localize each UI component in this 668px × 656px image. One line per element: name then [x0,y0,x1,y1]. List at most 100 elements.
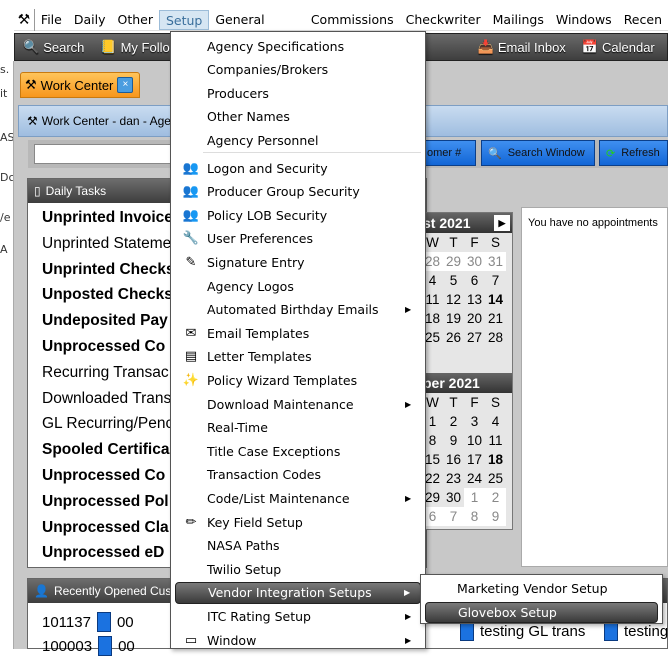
task-item[interactable]: Downloaded Trans [42,390,171,408]
calendar-day[interactable]: 30 [464,252,485,271]
menu-item-real-time[interactable]: Real-Time [175,417,421,439]
calendar-day[interactable]: 13 [464,290,485,309]
calendar-day[interactable]: 29 [443,252,464,271]
calendar-day[interactable]: 30 [443,488,464,507]
task-item[interactable]: Unposted Checks [42,286,173,304]
menu-item-agency-personnel[interactable]: Agency Personnel [175,129,421,151]
menu-daily[interactable]: Daily [68,10,112,30]
task-item[interactable]: Unprinted Stateme [42,235,171,253]
open-item-button[interactable] [460,621,474,641]
calendar-day[interactable]: 2 [443,412,464,431]
calendar-day[interactable]: 8 [464,507,485,526]
task-item[interactable]: Unprinted Invoice [42,209,173,227]
menu-item-producers[interactable]: Producers [175,82,421,104]
calendar-day[interactable]: 7 [443,507,464,526]
calendar-day[interactable]: 31 [485,252,506,271]
calendar-day[interactable]: 19 [443,309,464,328]
menu-other[interactable]: Other [111,10,159,30]
menu-item-code-list-maintenance[interactable]: Code/List Maintenance ▶ [175,487,421,509]
tab-work-center[interactable]: ⚒ Work Center × [20,72,140,98]
task-item[interactable]: Spooled Certifica [42,441,169,459]
calendar-day[interactable]: 16 [443,450,464,469]
task-item[interactable]: Unprocessed Cla [42,519,169,537]
calendar-day[interactable]: 11 [485,431,506,450]
search-input[interactable] [34,144,174,164]
menu-item-user-preferences[interactable]: 🔧 User Preferences [175,228,421,250]
calendar-day[interactable]: 3 [464,412,485,431]
calendar-day[interactable]: 14 [485,290,506,309]
task-item[interactable]: Unprocessed Co [42,338,165,356]
menu-windows[interactable]: Windows [550,10,618,30]
menu-item-transaction-codes[interactable]: Transaction Codes [175,464,421,486]
recent-item[interactable]: testing [604,621,668,641]
recent-customer-row[interactable]: 101137 00 [42,612,134,632]
search-window-button[interactable]: 🔍 Search Window [481,140,595,166]
calendar-day[interactable]: 27 [464,328,485,347]
menu-mailings[interactable]: Mailings [487,10,550,30]
calendar-day[interactable]: 12 [443,290,464,309]
calendar-day[interactable]: 17 [464,450,485,469]
recent-item[interactable]: testing GL trans [460,621,585,641]
calendar-day[interactable]: 26 [443,328,464,347]
calendar-day[interactable]: 28 [485,328,506,347]
menu-recen[interactable]: Recen [618,10,668,30]
menu-item-producer-group-security[interactable]: 👥 Producer Group Security [175,181,421,203]
calendar-day[interactable]: 6 [464,271,485,290]
calendar-day[interactable]: 24 [464,469,485,488]
menu-item-nasa-paths[interactable]: NASA Paths [175,535,421,557]
menu-setup[interactable]: Setup [158,9,210,30]
calendar-day[interactable]: 9 [443,431,464,450]
submenu-item-marketing-vendor-setup[interactable]: Marketing Vendor Setup [425,578,658,599]
task-item[interactable]: Unprocessed Pol [42,493,169,511]
menu-item-twilio-setup[interactable]: Twilio Setup [175,558,421,580]
calendar-day[interactable]: 7 [485,271,506,290]
menu-item-key-field-setup[interactable]: ✏ Key Field Setup [175,511,421,533]
calendar-day[interactable]: 1 [464,488,485,507]
calendar-day[interactable]: 10 [464,431,485,450]
menu-item-agency-specifications[interactable]: Agency Specifications [175,35,421,57]
menu-item-automated-birthday-emails[interactable]: Automated Birthday Emails ▶ [175,299,421,321]
submenu-item-glovebox-setup[interactable]: Glovebox Setup [425,602,658,623]
task-item[interactable]: GL Recurring/Penc [42,415,173,433]
menu-item-companies-brokers[interactable]: Companies/Brokers [175,59,421,81]
open-item-button[interactable] [604,621,618,641]
calendar-day[interactable]: 25 [485,469,506,488]
calendar-day[interactable]: 5 [443,271,464,290]
toolbar-my-follo-button[interactable]: 📒 My Follo [92,39,177,55]
menu-item-email-templates[interactable]: ✉ Email Templates [175,322,421,344]
toolbar-email-inbox-button[interactable]: 📥 Email Inbox [470,39,574,55]
menu-item-window[interactable]: ▭ Window ▶ [175,629,421,651]
calendar-day[interactable]: 4 [485,412,506,431]
menu-general-ledger[interactable]: General Ledger [209,10,304,47]
task-item[interactable]: Recurring Transac [42,364,169,382]
menu-item-letter-templates[interactable]: ▤ Letter Templates [175,346,421,368]
menu-item-title-case-exceptions[interactable]: Title Case Exceptions [175,440,421,462]
menu-file[interactable]: File [35,10,68,30]
toolbar-search-button[interactable]: 🔍 Search [15,39,92,55]
calendar-day[interactable]: 9 [485,507,506,526]
menu-item-signature-entry[interactable]: ✎ Signature Entry [175,251,421,273]
open-customer-button[interactable] [96,612,111,632]
open-customer-button[interactable] [98,636,113,656]
calendar-day[interactable]: 20 [464,309,485,328]
menu-item-itc-rating-setup[interactable]: ITC Rating Setup ▶ [175,605,421,627]
toolbar-calendar-button[interactable]: 📅 Calendar [574,39,663,55]
menu-item-other-names[interactable]: Other Names [175,106,421,128]
calendar-day[interactable]: 23 [443,469,464,488]
task-item[interactable]: Unprocessed Co [42,467,165,485]
menu-commissions[interactable]: Commissions [305,10,400,30]
menu-item-policy-wizard-templates[interactable]: ✨ Policy Wizard Templates [175,369,421,391]
close-tab-icon[interactable]: × [117,77,134,93]
calendar-day[interactable]: 2 [485,488,506,507]
task-item[interactable]: Unprinted Checks [42,261,175,279]
menu-item-download-maintenance[interactable]: Download Maintenance ▶ [175,393,421,415]
menu-item-policy-lob-security[interactable]: 👥 Policy LOB Security [175,204,421,226]
menu-checkwriter[interactable]: Checkwriter [400,10,487,30]
app-tools-icon[interactable]: ⚒ [14,8,35,31]
menu-item-agency-logos[interactable]: Agency Logos [175,275,421,297]
task-item[interactable]: Unprocessed eD [42,544,164,562]
calendar-day[interactable]: 21 [485,309,506,328]
task-item[interactable]: Undeposited Pay [42,312,168,330]
calendar-day[interactable]: 18 [485,450,506,469]
refresh-button[interactable]: ⟳ Refresh [599,140,668,166]
